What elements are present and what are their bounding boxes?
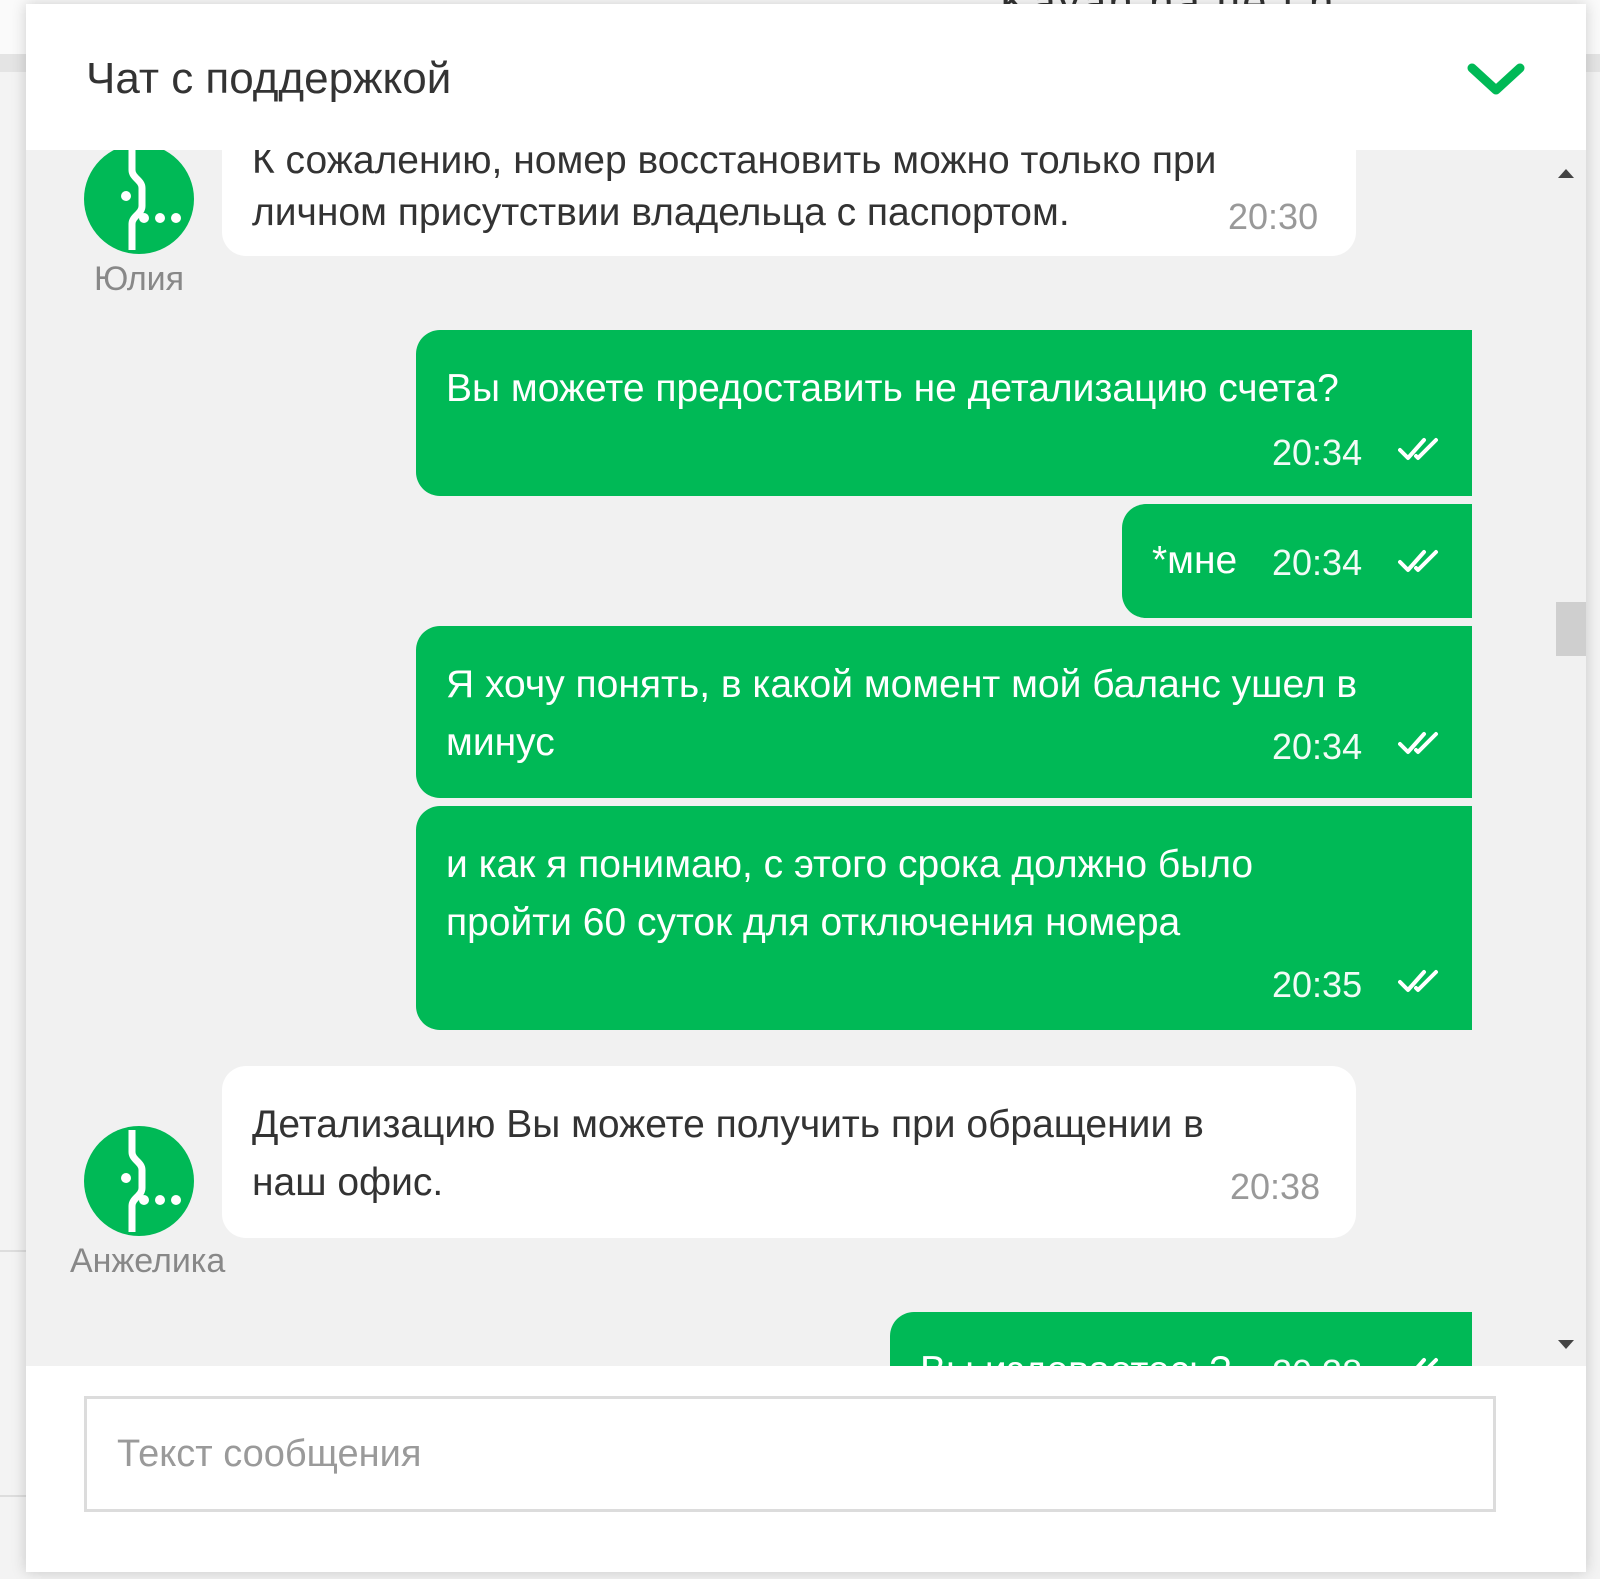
megafon-logo-icon (121, 1130, 181, 1232)
message-time: 20:30 (1228, 196, 1319, 237)
message-text-line: Детализацию Вы можете получить при обращ… (252, 1103, 1204, 1146)
agent-name: Юлия (94, 260, 185, 298)
message-time: 20:34 (1272, 432, 1363, 473)
collapse-chat-button[interactable] (1456, 44, 1536, 114)
message-time: 20:34 (1272, 542, 1363, 583)
user-message: *мне 20:34 (1122, 504, 1472, 618)
megafon-logo-icon (121, 148, 181, 250)
user-message: Я хочу понять, в какой момент мой баланс… (416, 626, 1472, 798)
scroll-down-arrow-icon[interactable] (1556, 1334, 1576, 1354)
message-list[interactable]: К сожалению, номер восстановить можно то… (26, 4, 1546, 1396)
scrollbar-thumb[interactable] (1556, 602, 1586, 656)
agent-avatar (84, 144, 194, 254)
message-text-line: наш офис. (252, 1161, 444, 1204)
message-composer (26, 1366, 1586, 1572)
support-chat-widget: Чат с поддержкой К сожалению, номер восс… (26, 4, 1586, 1572)
message-time: 20:38 (1230, 1166, 1321, 1207)
message-text-line: минус (446, 721, 555, 764)
message-text-line: и как я понимаю, с этого срока должно бы… (446, 843, 1254, 886)
chat-header: Чат с поддержкой (26, 4, 1586, 150)
user-message: и как я понимаю, с этого срока должно бы… (416, 806, 1472, 1030)
agent-name: Анжелика (70, 1242, 226, 1280)
agent-message: Детализацию Вы можете получить при обращ… (222, 1066, 1356, 1238)
message-text-line: личном присутствии владельца с паспортом… (252, 191, 1070, 234)
double-check-icon (1398, 438, 1438, 460)
message-time: 20:34 (1272, 726, 1363, 767)
double-check-icon (1398, 732, 1438, 754)
background-divider (0, 1250, 28, 1252)
agent-avatar (84, 1126, 194, 1236)
message-time: 20:35 (1272, 964, 1363, 1005)
background-divider (0, 1495, 28, 1497)
chat-title: Чат с поддержкой (86, 54, 452, 103)
message-text-line: *мне (1152, 539, 1238, 582)
user-message: Вы можете предоставить не детализацию сч… (416, 330, 1472, 496)
message-input[interactable] (87, 1399, 1493, 1509)
message-scrollbar[interactable] (1546, 150, 1586, 1396)
chevron-down-icon (1467, 63, 1525, 95)
double-check-icon (1398, 970, 1438, 992)
message-text-line: Вы можете предоставить не детализацию сч… (446, 367, 1339, 410)
message-text-line: пройти 60 суток для отключения номера (446, 901, 1181, 944)
message-input-wrapper (84, 1396, 1496, 1512)
scroll-up-arrow-icon[interactable] (1556, 164, 1576, 184)
message-text-line: Я хочу понять, в какой момент мой баланс… (446, 663, 1358, 706)
double-check-icon (1398, 550, 1438, 572)
